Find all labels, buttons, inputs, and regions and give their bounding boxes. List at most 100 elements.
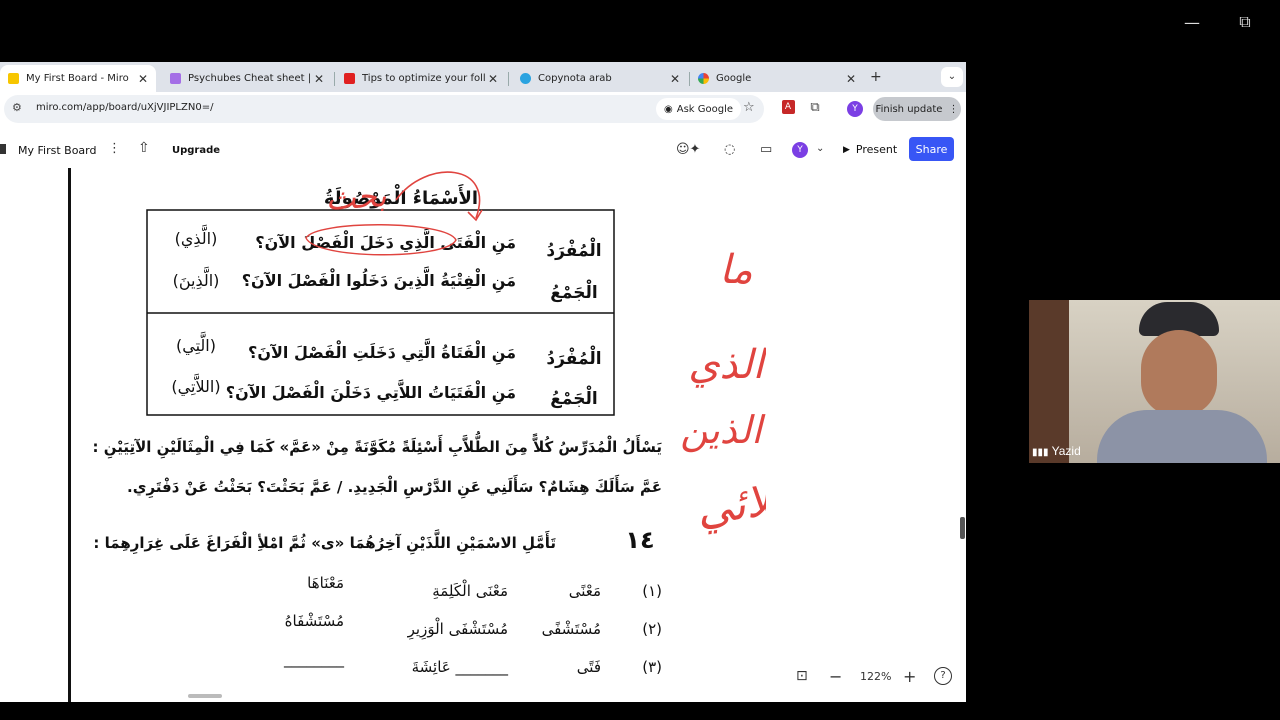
signal-icon: ▮▮▮ (1032, 447, 1049, 458)
tab-search-button[interactable]: ⌄ (941, 67, 963, 87)
bookshelf (1029, 300, 1069, 463)
close-tab-icon[interactable]: ✕ (312, 72, 326, 86)
present-button[interactable]: ▶ Present (843, 143, 897, 156)
table-meaning: مَعْنَى الْكَلِمَةِ (432, 580, 508, 600)
miro-favicon (8, 73, 19, 84)
more-vert-icon: ⋮ (948, 103, 959, 115)
profile-avatar[interactable]: Y (845, 100, 865, 117)
table-meaning: مُسْتَشْفَى الْوَزِيرِ (407, 618, 508, 641)
tab-separator (334, 72, 335, 86)
participant-name-label: Yazid (1051, 444, 1081, 458)
close-tab-icon[interactable]: ✕ (668, 72, 682, 86)
tab-title: My First Board - Miro (26, 73, 129, 84)
google-favicon (698, 73, 709, 84)
tab-youtube[interactable]: Tips to optimize your follow- ✕ (336, 65, 506, 92)
restore-button[interactable]: ⧉ (1231, 8, 1259, 36)
share-button[interactable]: Share (909, 137, 954, 161)
person-face (1141, 330, 1217, 416)
url-text[interactable]: miro.com/app/board/uXjVJIPLZN0=/ (36, 102, 213, 113)
site-info-icon[interactable]: ⚙ (12, 101, 22, 114)
handwritten-note: ما (719, 247, 753, 293)
finish-update-button[interactable]: Finish update ⋮ (873, 97, 961, 121)
instruction-line: يَسْأَلُ الْمُدَرِّسُ كُلاًّ مِنَ الطُّل… (93, 431, 663, 460)
fit-screen-icon[interactable]: ⊡ (796, 668, 808, 684)
worksheet-scan: الأَسْمَاءُ الْمَوْصُولَةُ الْمُفْرَدُ م… (93, 171, 766, 677)
video-call-icon[interactable]: ▭ (760, 142, 772, 157)
pdf-extension-icon[interactable]: A (778, 98, 798, 114)
browser-window: My First Board - Miro ✕ Psychubes Cheat … (0, 62, 966, 702)
row-pronoun: (الَّتِي) (176, 330, 216, 356)
new-tab-button[interactable]: + (870, 69, 882, 85)
zoom-level[interactable]: 122% (860, 670, 891, 683)
exercise-text: تَأَمَّلِ الاسْمَيْنِ اللَّذَيْنِ آخِرُه… (93, 529, 556, 556)
horizontal-scroll-thumb[interactable] (188, 694, 222, 698)
comment-icon[interactable]: ◌ (724, 142, 735, 157)
play-icon: ▶ (843, 144, 850, 155)
row-sentence: مَنِ الْفَتَى الَّذِي دَخَلَ الْفَصْلَ ا… (255, 227, 516, 255)
table-meaning: _______ عَائِشَةَ (412, 658, 509, 677)
bookmark-star-icon[interactable]: ☆ (743, 100, 755, 115)
table-answer: ________ (283, 650, 345, 669)
miro-logo-icon (0, 144, 6, 154)
handwritten-note: الذين (680, 408, 766, 453)
tab-miro[interactable]: My First Board - Miro ✕ (0, 65, 156, 92)
row-pronoun: (الَّذِي) (175, 223, 218, 249)
zoom-controls: ⊡ − 122% + ? (788, 662, 958, 690)
reactions-icon[interactable]: ☺✦ (676, 142, 700, 157)
board-name[interactable]: My First Board (18, 144, 96, 157)
board-menu-icon[interactable]: ⋮ (108, 141, 121, 156)
row-sentence: مَنِ الْفَتَيَاتُ اللاَّتِي دَخَلْنَ الْ… (226, 379, 516, 406)
extensions-puzzle-icon[interactable]: ⧉ (805, 100, 825, 115)
table-word: مُسْتَشْفًى (542, 620, 601, 638)
close-tab-icon[interactable]: ✕ (844, 72, 858, 86)
row-label: الْمُفْرَدُ (546, 236, 601, 261)
handwritten-note: اللائي (693, 471, 766, 536)
row-label: الْجَمْعُ (550, 384, 597, 409)
minimize-button[interactable]: — (1178, 8, 1206, 36)
help-icon[interactable]: ? (934, 667, 952, 685)
zoom-out-button[interactable]: − (829, 667, 842, 686)
webcam-feed (1029, 300, 1280, 463)
person-shoulders (1097, 410, 1267, 463)
row-sentence: مَنِ الْفِتْيَةُ الَّذِينَ دَخَلُوا الْف… (242, 265, 516, 293)
table-word: فَتًى (577, 658, 601, 676)
tab-title: Tips to optimize your follow- (362, 73, 486, 84)
tab-copynota[interactable]: Copynota arab ✕ (512, 65, 688, 92)
omnibox[interactable]: ⚙ miro.com/app/board/uXjVJIPLZN0=/ ◉ Ask… (4, 95, 764, 123)
canvas-scrollbar[interactable] (960, 517, 965, 539)
table-answer: مَعْنَاهَا (307, 574, 344, 592)
psychubes-favicon (170, 73, 181, 84)
example-line: عَمَّ سَأَلَكَ هِشَامٌ؟ سَأَلَنِي عَنِ ا… (127, 474, 662, 499)
upgrade-button[interactable]: Upgrade (172, 145, 220, 156)
tab-title: Google (716, 73, 752, 84)
participant-name: ▮▮▮ Yazid (1032, 444, 1081, 458)
table-answer: مُسْتَشْفَاهُ (285, 612, 344, 630)
zoom-in-button[interactable]: + (903, 667, 916, 686)
handwritten-note: بحث (324, 176, 388, 218)
present-label: Present (855, 143, 898, 156)
lens-icon: ◉ (664, 103, 673, 115)
export-icon[interactable]: ⇧ (138, 140, 150, 156)
tab-google[interactable]: Google ✕ (690, 65, 864, 92)
handwritten-note: الذي (688, 342, 766, 388)
collaborator-avatar[interactable]: Y (792, 142, 808, 158)
tab-psychubes[interactable]: Psychubes Cheat sheet | Rev ✕ (162, 65, 332, 92)
close-tab-icon[interactable]: ✕ (486, 72, 500, 86)
ask-google-button[interactable]: ◉ Ask Google (656, 98, 742, 120)
table-word: مَعْنًى (569, 582, 601, 600)
tab-title: Psychubes Cheat sheet | Rev (188, 73, 312, 84)
table-num: (٢) (642, 620, 662, 638)
row-label: الْمُفْرَدُ (546, 344, 601, 369)
row-label: الْجَمْعُ (550, 278, 597, 303)
tab-title: Copynota arab (538, 73, 612, 84)
close-tab-icon[interactable]: ✕ (136, 72, 150, 86)
youtube-favicon (344, 73, 355, 84)
table-num: (٣) (642, 658, 662, 676)
tab-separator (508, 72, 509, 86)
ask-google-label: Ask Google (676, 103, 734, 115)
row-sentence: مَنِ الْفَتَاةُ الَّتِي دَخَلَتِ الْفَصْ… (248, 337, 516, 365)
tab-strip: My First Board - Miro ✕ Psychubes Cheat … (0, 62, 966, 92)
row-pronoun: (الَّذِينَ) (173, 265, 220, 291)
telegram-favicon (520, 73, 531, 84)
chevron-down-icon[interactable]: ⌄ (816, 143, 824, 154)
